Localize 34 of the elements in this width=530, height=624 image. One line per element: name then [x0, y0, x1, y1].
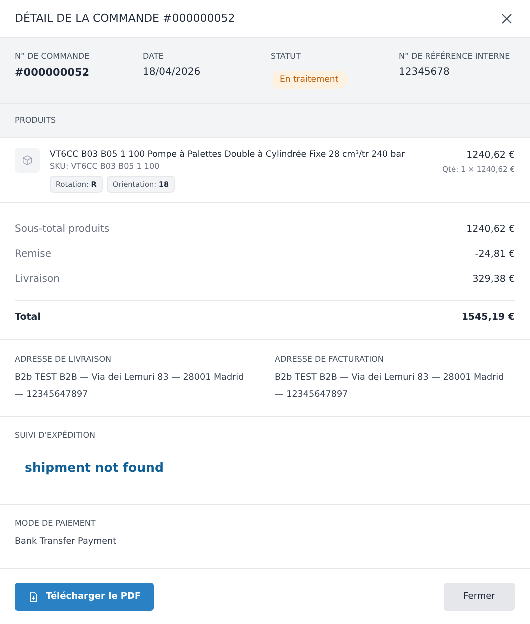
box-icon — [22, 155, 33, 166]
total-label: Total — [15, 312, 41, 322]
total-value: 1545,19 € — [462, 312, 515, 322]
address-text: B2b TEST B2B — Via dei Lemuri 83 — 28001 Madrid — 12345647897 — [15, 372, 246, 402]
summary-label: Remise — [15, 249, 52, 260]
section-heading: SUIVI D'EXPÉDITION — [15, 431, 96, 440]
tracking-message: shipment not found — [25, 460, 165, 475]
section-heading: MODE DE PAIEMENT — [15, 519, 97, 528]
section-heading: ADRESSE DE LIVRAISON — [15, 355, 112, 364]
section-heading: PRODUITS — [0, 104, 530, 138]
file-download-icon — [28, 590, 39, 602]
dialog-title: DÉTAIL DE LA COMMANDE #000000052 — [15, 12, 236, 25]
close-button[interactable]: Fermer — [444, 582, 515, 610]
address-text: B2b TEST B2B — Via dei Lemuri 83 — 28001 Madrid — 12345647897 — [275, 372, 506, 402]
field-value: 18/04/2026 — [143, 67, 202, 78]
status-badge: En traitement — [271, 71, 348, 89]
product-sku: SKU: VT6CC B03 B05 1 100 — [50, 162, 161, 171]
summary-label: Sous-total produits — [15, 224, 110, 235]
summary-value: 1240,62 € — [466, 224, 515, 235]
field-label: DATE — [143, 52, 165, 61]
field-label: N° DE COMMANDE — [15, 52, 91, 61]
product-price: 1240,62 € — [466, 150, 515, 161]
summary-value: -24,81 € — [475, 249, 515, 260]
download-button[interactable]: Télécharger le PDF — [15, 582, 154, 610]
close-icon — [501, 12, 513, 24]
field-label: STATUT — [271, 52, 302, 61]
summary-label: Livraison — [15, 274, 60, 285]
field-label: N° DE RÉFÉRENCE INTERNE — [399, 52, 512, 61]
field-value: 12345678 — [399, 67, 451, 78]
section-heading: ADRESSE DE FACTURATION — [275, 355, 385, 364]
payment-method: Bank Transfer Payment — [15, 536, 118, 549]
product-name: VT6CC B03 B05 1 100 Pompe à Palettes Double à Cylindrée Fixe 28 cm³/tr 240 bar — [50, 150, 406, 160]
summary-value: 329,38 € — [472, 274, 515, 285]
field-value: #000000052 — [15, 67, 91, 79]
